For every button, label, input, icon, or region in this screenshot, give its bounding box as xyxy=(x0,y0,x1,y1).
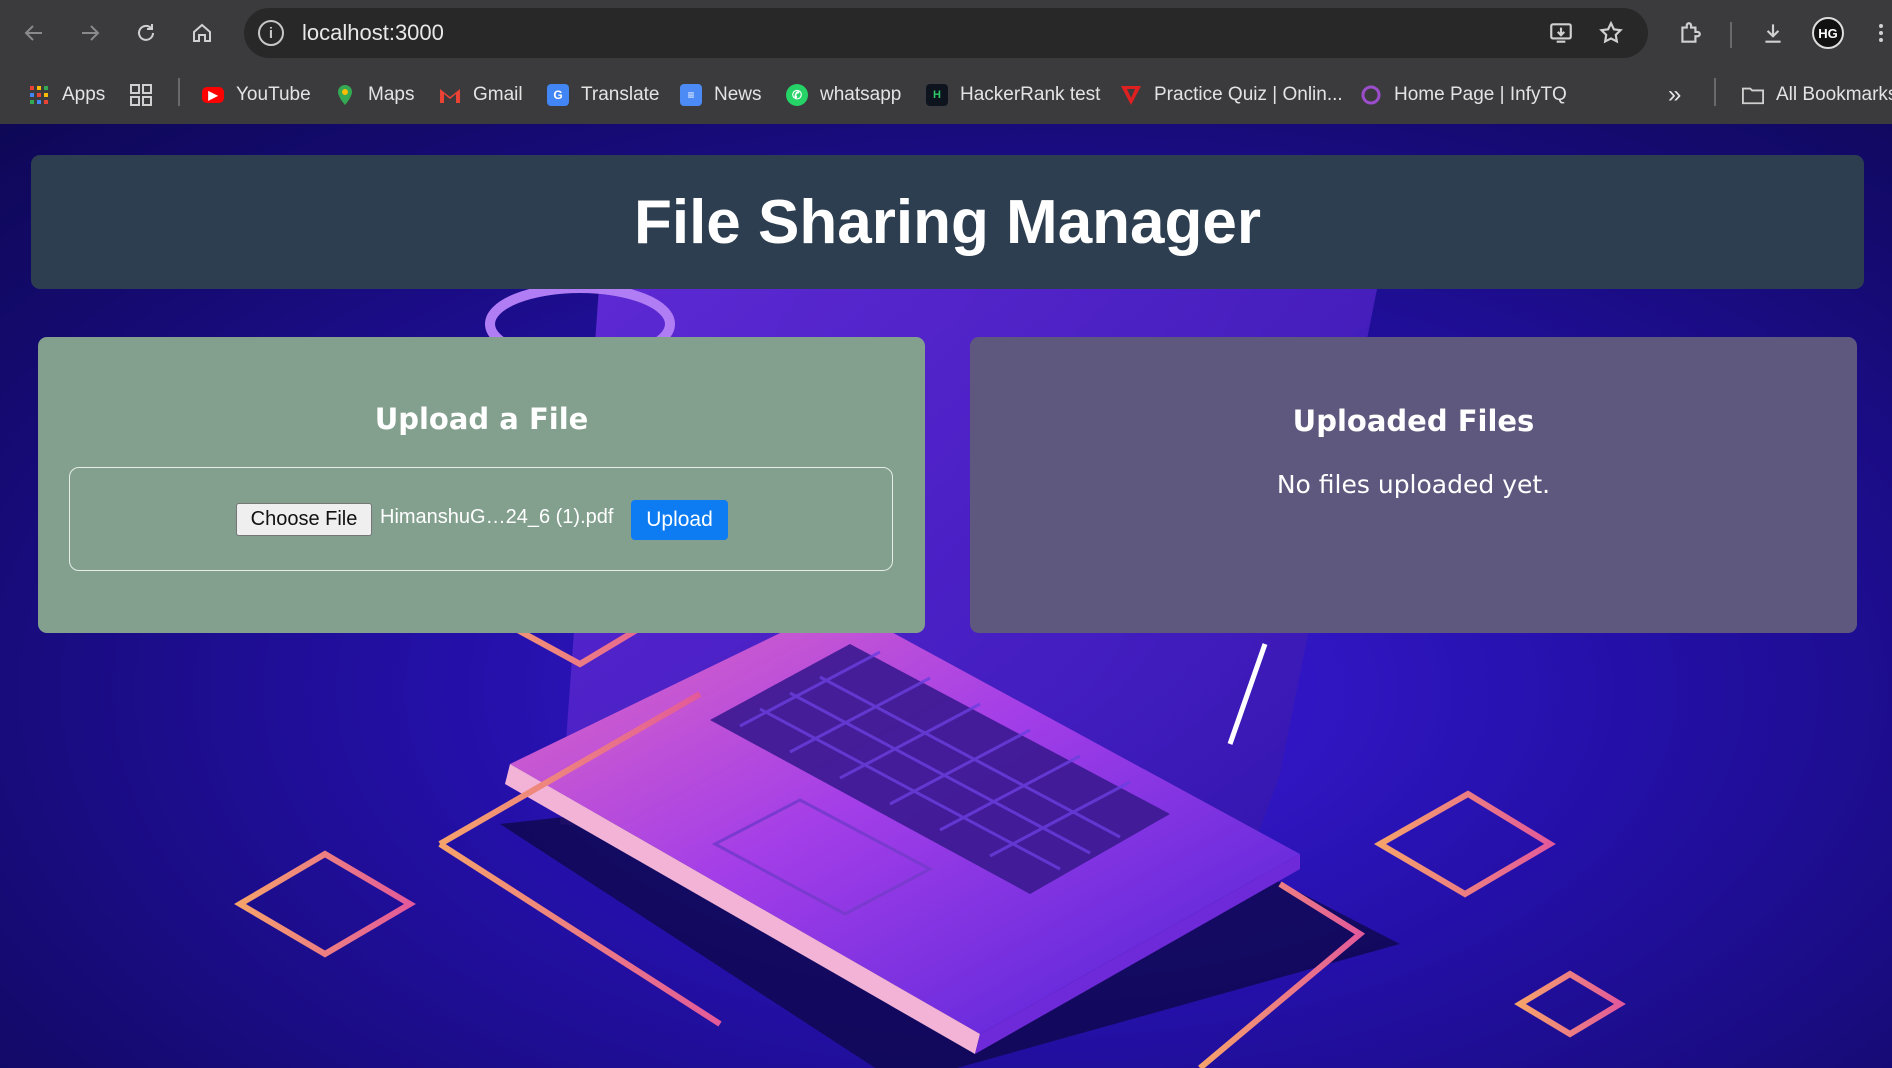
upload-card: Upload a File Choose File HimanshuG…24_6… xyxy=(38,337,925,633)
bookmark-practice-quiz[interactable]: Practice Quiz | Onlin... xyxy=(1120,80,1343,110)
gmail-icon xyxy=(439,84,461,106)
page-title: File Sharing Manager xyxy=(633,187,1262,257)
bookmark-label: Apps xyxy=(62,84,106,105)
chevron-double-right-icon: » xyxy=(1668,81,1682,108)
bookmark-hackerrank[interactable]: H HackerRank test xyxy=(926,80,1100,110)
bookmarks-overflow-button[interactable]: » xyxy=(1668,80,1681,110)
downloads-button[interactable] xyxy=(1755,15,1791,51)
bookmark-label: whatsapp xyxy=(820,84,902,105)
bookmark-apps[interactable]: Apps xyxy=(28,80,105,110)
app-header: File Sharing Manager xyxy=(31,155,1864,289)
install-app-icon[interactable] xyxy=(1548,20,1574,46)
youtube-icon: ▶ xyxy=(202,87,224,103)
folder-icon xyxy=(1742,84,1764,106)
home-icon xyxy=(193,23,211,42)
uploaded-files-heading: Uploaded Files xyxy=(1292,404,1535,438)
extensions-button[interactable] xyxy=(1672,15,1708,51)
whatsapp-icon: ✆ xyxy=(786,84,808,106)
arrow-left-icon xyxy=(24,25,42,41)
hackerrank-icon: H xyxy=(926,84,948,106)
reload-icon xyxy=(138,24,154,41)
bookmark-maps[interactable]: Maps xyxy=(334,80,414,110)
quiz-icon xyxy=(1120,84,1142,106)
download-icon xyxy=(1765,24,1781,43)
browser-toolbar: i localhost:3000 HG xyxy=(0,0,1892,66)
bookmark-label: Maps xyxy=(368,84,415,105)
bookmarks-bar: Apps ▶ YouTube Maps Gmail G Translate ≡ … xyxy=(0,66,1892,125)
back-button[interactable] xyxy=(16,15,52,51)
bookmark-label: News xyxy=(714,84,762,105)
bookmark-separator xyxy=(1714,78,1716,106)
bookmark-label: HackerRank test xyxy=(960,84,1101,105)
upload-button[interactable]: Upload xyxy=(631,500,728,540)
bookmark-label: Practice Quiz | Onlin... xyxy=(1154,84,1343,105)
news-icon: ≡ xyxy=(680,84,702,106)
menu-button[interactable] xyxy=(1870,15,1892,51)
reload-button[interactable] xyxy=(128,15,164,51)
upload-form: Choose File HimanshuG…24_6 (1).pdf Uploa… xyxy=(69,467,893,571)
address-bar[interactable]: i localhost:3000 xyxy=(244,8,1648,58)
bookmark-label: Home Page | InfyTQ xyxy=(1394,84,1567,105)
all-bookmarks-button[interactable]: All Bookmarks xyxy=(1742,80,1892,110)
bookmark-label: All Bookmarks xyxy=(1776,84,1892,105)
infytq-icon xyxy=(1360,84,1382,106)
selected-file-name: HimanshuG…24_6 (1).pdf xyxy=(380,506,614,528)
upload-heading: Upload a File xyxy=(374,402,589,436)
bookmark-label: Translate xyxy=(581,84,660,105)
choose-file-button[interactable]: Choose File xyxy=(236,503,372,536)
forward-button[interactable] xyxy=(72,15,108,51)
url-text: localhost:3000 xyxy=(302,20,444,45)
profile-avatar[interactable]: HG xyxy=(1812,17,1844,49)
kebab-menu-icon xyxy=(1879,24,1883,42)
translate-icon: G xyxy=(547,84,569,106)
site-info-icon[interactable]: i xyxy=(258,20,284,46)
bookmark-news[interactable]: ≡ News xyxy=(680,80,762,110)
bookmark-infytq[interactable]: Home Page | InfyTQ xyxy=(1360,80,1567,110)
maps-pin-icon xyxy=(334,84,356,106)
bookmark-star-icon[interactable] xyxy=(1598,20,1624,46)
tab-groups-icon xyxy=(130,84,152,106)
bookmark-translate[interactable]: G Translate xyxy=(547,80,660,110)
puzzle-icon xyxy=(1681,22,1701,43)
bookmark-youtube[interactable]: ▶ YouTube xyxy=(202,80,311,110)
arrow-right-icon xyxy=(82,25,100,41)
bookmark-whatsapp[interactable]: ✆ whatsapp xyxy=(786,80,901,110)
empty-files-message: No files uploaded yet. xyxy=(1276,470,1551,499)
bookmark-separator xyxy=(178,78,180,106)
toolbar-separator xyxy=(1730,22,1732,48)
home-button[interactable] xyxy=(184,15,220,51)
bookmark-gmail[interactable]: Gmail xyxy=(439,80,523,110)
uploaded-files-card: Uploaded Files No files uploaded yet. xyxy=(970,337,1857,633)
page-viewport: File Sharing Manager Upload a File Choos… xyxy=(0,124,1892,1068)
bookmark-label: Gmail xyxy=(473,84,523,105)
bookmark-tab-groups[interactable] xyxy=(130,80,164,110)
bookmark-label: YouTube xyxy=(236,84,311,105)
apps-grid-icon xyxy=(28,84,50,106)
